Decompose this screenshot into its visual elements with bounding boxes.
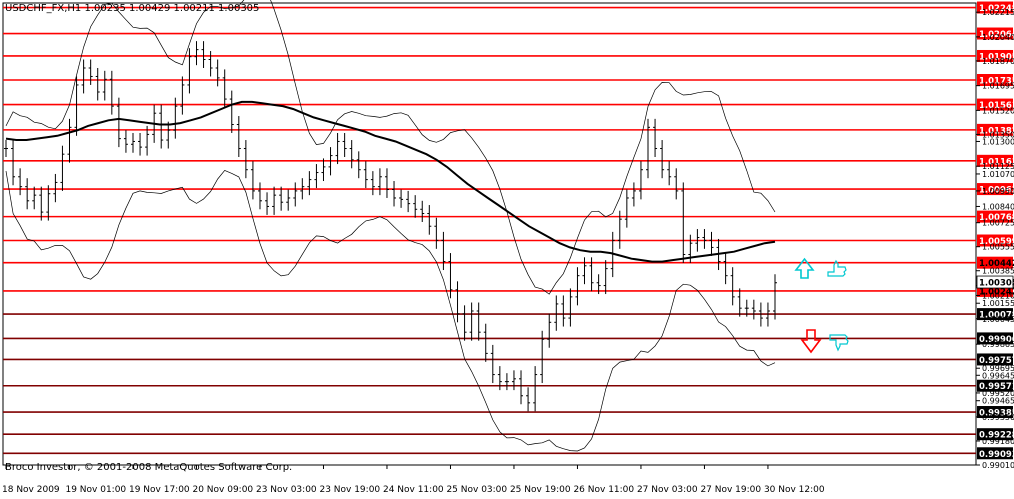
x-tick-label: 25 Nov 03:00 [446, 485, 507, 495]
level-label: 0.99093 [979, 450, 1014, 460]
y-tick-label: 1.00950 [982, 187, 1014, 196]
y-tick-label: 1.00840 [982, 202, 1014, 211]
current-price-label: 1.00305 [979, 279, 1014, 289]
x-tick-label: 26 Nov 11:00 [573, 485, 634, 495]
y-tick-label: 1.02040 [982, 33, 1014, 42]
x-tick-label: 24 Nov 11:00 [383, 485, 444, 495]
x-tick-label: 27 Nov 03:00 [637, 485, 698, 495]
chart-title: USDCHF_FX,H1 1.00235 1.00429 1.00211 1.0… [5, 3, 260, 14]
y-tick-label: 1.01870 [982, 57, 1014, 66]
y-tick-label: 1.00555 [982, 243, 1014, 252]
x-tick-label: 19 Nov 17:00 [129, 485, 190, 495]
x-tick-label: 23 Nov 03:00 [256, 485, 317, 495]
chart-svg: 1.022481.020641.019051.017351.015611.013… [2, 0, 1014, 495]
y-tick-label: 1.01070 [982, 170, 1014, 179]
y-tick-label: 0.99010 [982, 461, 1014, 470]
y-tick-label: 0.99180 [982, 437, 1014, 446]
copyright-text: Broco Investor, © 2001-2008 MetaQuotes S… [5, 462, 293, 473]
y-tick-label: 1.00385 [982, 267, 1014, 276]
y-tick-label: 1.01300 [982, 137, 1014, 146]
chart-root: 1.02248 1.02064 1.01905 1.01735 1.01561 1.013… [0, 0, 1014, 495]
y-tick-label: 1.00155 [982, 299, 1014, 308]
x-tick-label: 18 Nov 2009 [2, 485, 60, 495]
y-tick-label: 0.99350 [982, 413, 1014, 422]
plot-frame [2, 2, 977, 466]
x-tick-label: 27 Nov 19:00 [700, 485, 761, 495]
x-tick-label: 25 Nov 19:00 [510, 485, 571, 495]
y-tick-label: 1.01695 [982, 82, 1014, 91]
y-tick-label: 0.99865 [982, 340, 1014, 349]
y-tick-label: 1.02215 [982, 8, 1014, 17]
x-tick-label: 23 Nov 19:00 [319, 485, 380, 495]
y-tick-label: 1.00725 [982, 219, 1014, 228]
y-tick-label: 1.01520 [982, 106, 1014, 115]
y-tick-label: 0.99465 [982, 397, 1014, 406]
y-tick-label: 0.99645 [982, 371, 1014, 380]
x-tick-label: 19 Nov 01:00 [65, 485, 126, 495]
y-tick-label: 1.00045 [982, 315, 1014, 324]
x-tick-label: 30 Nov 12:00 [764, 485, 825, 495]
x-tick-label: 20 Nov 09:00 [192, 485, 253, 495]
